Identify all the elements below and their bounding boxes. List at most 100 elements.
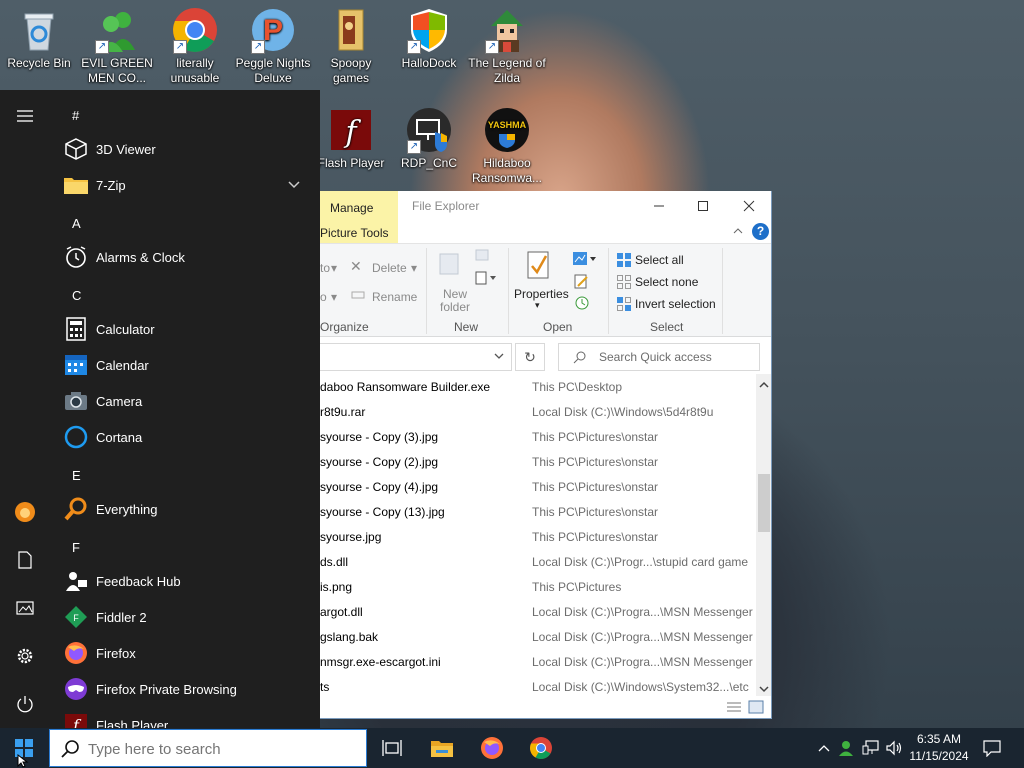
file-row[interactable]: gslang.bak Local Disk (C:)\Progra...\MSN … [320,624,756,649]
select-none-button[interactable]: Select none [635,275,698,289]
app-item-alarms-clock[interactable]: Alarms & Clock [50,239,312,275]
delete-button[interactable]: Delete [372,261,407,275]
file-location: Local Disk (C:)\Progra...\MSN Messenger [532,605,753,619]
scroll-down-icon[interactable] [759,682,769,696]
folder-icon [327,6,375,54]
file-row[interactable]: argot.dll Local Disk (C:)\Progra...\MSN M… [320,599,756,624]
file-row[interactable]: ts Local Disk (C:)\Windows\System32...\et… [320,674,756,694]
hamburger-menu-icon[interactable] [13,104,37,128]
file-row[interactable]: syourse.jpg This PC\Pictures\onstar [320,524,756,549]
new-folder-button[interactable]: New folder [437,288,473,314]
minimize-button[interactable] [636,191,682,221]
properties-button[interactable]: Properties [514,287,569,301]
app-item-flash-player[interactable]: f Flash Player [50,707,312,728]
large-icons-view-icon[interactable] [748,700,764,717]
address-bar[interactable] [320,343,512,371]
select-all-icon [616,252,632,271]
desktop-icon-hildaboo-ransomware[interactable]: YASHMA Hildaboo Ransomwa... [468,100,546,186]
file-row[interactable]: ds.dll Local Disk (C:)\Progr...\stupid ca… [320,549,756,574]
desktop-icon-recycle-bin[interactable]: Recycle Bin [0,0,78,71]
scrollbar-thumb[interactable] [758,474,770,532]
chevron-down-icon[interactable] [493,350,505,365]
peggle-icon: P ↗ [249,6,297,54]
notifications-icon[interactable] [982,738,1002,758]
app-item-firefox[interactable]: Firefox [50,635,312,671]
app-item-calculator[interactable]: Calculator [50,311,312,347]
desktop-icon-label: Peggle Nights Deluxe [235,56,311,85]
pictures-icon[interactable] [13,596,37,620]
invert-selection-button[interactable]: Invert selection [635,297,716,311]
documents-icon[interactable] [13,548,37,572]
app-item-cortana[interactable]: Cortana [50,419,312,455]
app-item-feedback-hub[interactable]: Feedback Hub [50,563,312,599]
letter-header[interactable]: E [72,468,81,483]
power-icon[interactable] [13,692,37,716]
chevron-down-icon: ▾ [331,261,338,275]
file-row[interactable]: r8t9u.rar Local Disk (C:)\Windows\5d4r8t9… [320,399,756,424]
collapse-ribbon-icon[interactable] [732,225,744,240]
app-item-3d-viewer[interactable]: 3D Viewer [50,131,312,167]
app-item-7zip[interactable]: 7-Zip [50,167,312,203]
desktop-icon-hallodock[interactable]: ↗ HalloDock [390,0,468,71]
show-hidden-icons-chevron-icon[interactable] [814,738,834,758]
taskbar-chrome[interactable] [517,728,565,768]
taskbar-file-explorer[interactable] [418,728,466,768]
app-item-everything[interactable]: Everything [50,491,312,527]
desktop-icon-label: RDP_CnC [400,156,457,170]
tab-manage[interactable]: Manage [320,191,398,221]
settings-gear-icon[interactable] [13,644,37,668]
help-icon[interactable]: ? [752,223,769,240]
letter-header[interactable]: F [72,540,80,555]
desktop-icon-literally-unusable[interactable]: ↗ literally unusable [156,0,234,86]
file-row[interactable]: syourse - Copy (13).jpg This PC\Pictures\… [320,499,756,524]
yashma-text: YASHMA [488,120,527,130]
taskbar-search-box[interactable] [49,729,367,767]
select-all-button[interactable]: Select all [635,253,684,267]
details-view-icon[interactable] [726,701,742,716]
taskbar-search-input[interactable] [88,739,348,759]
file-row[interactable]: nmsgr.exe-escargot.ini Local Disk (C:)\Pr… [320,649,756,674]
file-list: daboo Ransomware Builder.exe This PC\Desk… [320,374,756,694]
vertical-scrollbar[interactable] [756,374,771,696]
new-folder-icon [438,250,462,279]
app-item-calendar[interactable]: Calendar [50,347,312,383]
letter-header[interactable]: C [72,288,81,303]
file-row[interactable]: is.png This PC\Pictures [320,574,756,599]
desktop-icon-rdp-cnc[interactable]: ↗ RDP_CnC [390,100,468,171]
chevron-down-icon[interactable] [288,179,300,193]
people-icon[interactable] [837,738,857,758]
desktop-icon-spoopy-games[interactable]: Spoopy games [312,0,390,86]
file-location: This PC\Pictures\onstar [532,480,659,494]
truncated-command[interactable]: to [320,261,330,275]
refresh-button[interactable]: ↻ [515,343,545,371]
file-row[interactable]: syourse - Copy (4).jpg This PC\Pictures\o… [320,474,756,499]
file-row[interactable]: syourse - Copy (2).jpg This PC\Pictures\o… [320,449,756,474]
desktop-icon-evil-green-men[interactable]: ↗ EVIL GREEN MEN CO... [78,0,156,86]
close-button[interactable] [726,191,771,221]
truncated-command[interactable]: o [320,290,327,304]
task-view-button[interactable] [368,728,416,768]
letter-header[interactable]: A [72,216,81,231]
rename-button[interactable]: Rename [372,290,417,304]
cortana-icon [63,424,89,450]
desktop-icon-flash-player[interactable]: f Flash Player [312,100,390,171]
app-item-fiddler[interactable]: F Fiddler 2 [50,599,312,635]
network-icon[interactable] [861,738,881,758]
letter-header[interactable]: # [72,108,79,123]
user-avatar-icon[interactable] [13,500,37,524]
search-placeholder: Search Quick access [599,350,712,364]
app-item-firefox-private[interactable]: Firefox Private Browsing [50,671,312,707]
file-row[interactable]: syourse - Copy (3).jpg This PC\Pictures\o… [320,424,756,449]
scroll-up-icon[interactable] [759,378,769,392]
maximize-button[interactable] [680,191,726,221]
desktop-icon-legend-of-zilda[interactable]: ↗ The Legend of Zilda [468,0,546,86]
ribbon: to ▾ ✕ Delete ▾ o ▾ Rename New folder Pr… [320,243,771,337]
edit-icon [574,274,590,293]
file-location: This PC\Pictures\onstar [532,430,659,444]
file-row[interactable]: daboo Ransomware Builder.exe This PC\Desk… [320,374,756,399]
desktop-icon-peggle-nights[interactable]: P ↗ Peggle Nights Deluxe [234,0,312,86]
taskbar-clock[interactable]: 6:35 AM 11/15/2024 [898,731,980,765]
search-input[interactable]: Search Quick access [558,343,760,371]
taskbar-firefox[interactable] [468,728,516,768]
app-item-camera[interactable]: Camera [50,383,312,419]
